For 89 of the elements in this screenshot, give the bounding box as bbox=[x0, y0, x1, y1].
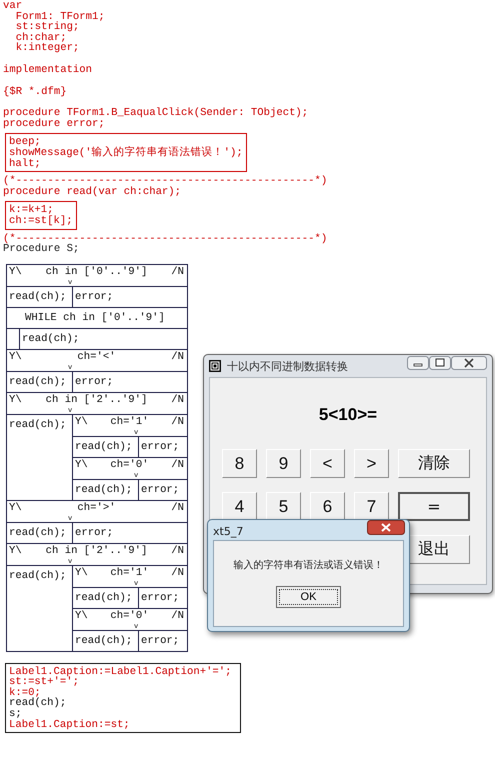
no-label: /N bbox=[171, 608, 184, 624]
code-line: Label1.Caption:=Label1.Caption+'='; bbox=[9, 666, 232, 678]
statement: error; bbox=[140, 482, 180, 498]
code-line: showMessage('输入的字符串有语法错误！'); bbox=[9, 148, 243, 159]
condition: ch='1' bbox=[110, 414, 149, 430]
yes-label: Y\ bbox=[75, 608, 88, 624]
close-icon[interactable] bbox=[367, 520, 405, 535]
yes-label: Y\ bbox=[9, 392, 22, 408]
no-label: /N bbox=[171, 392, 184, 408]
condition: ch='1' bbox=[110, 566, 149, 581]
statement: error; bbox=[140, 440, 180, 455]
message-text: 输入的字符串有语法或语义错误！ bbox=[234, 558, 384, 572]
statement: read(ch); bbox=[8, 374, 68, 390]
code-line: k:integer; bbox=[14, 43, 80, 54]
yes-label: Y\ bbox=[9, 350, 22, 365]
condition: ch in ['0'..'9'] bbox=[46, 264, 148, 280]
statement: error; bbox=[140, 634, 180, 649]
yes-label: Y\ bbox=[9, 544, 22, 559]
key-button[interactable]: 5 bbox=[266, 492, 301, 521]
statement: read(ch); bbox=[74, 482, 134, 498]
code-line: st:string; bbox=[14, 22, 80, 33]
code-line: {$R *.dfm} bbox=[3, 86, 67, 98]
dialog-title: xt5_7 bbox=[213, 525, 244, 538]
code-line: Form1: TForm1; bbox=[14, 12, 105, 22]
code-line: Procedure S; bbox=[3, 244, 80, 255]
no-label: /N bbox=[171, 458, 184, 473]
statement: read(ch); bbox=[8, 418, 68, 433]
yes-label: Y\ bbox=[75, 566, 88, 581]
loop-condition: WHILE ch in ['0'..'9'] bbox=[7, 308, 187, 329]
code-line: beep; bbox=[9, 137, 41, 148]
window-title: 十以内不同进制数据转换 bbox=[227, 358, 348, 374]
code-line: ch:=st[k]; bbox=[9, 216, 73, 226]
key-button[interactable]: 7 bbox=[354, 492, 389, 521]
close-icon[interactable] bbox=[451, 356, 487, 370]
key-button[interactable]: 8 bbox=[222, 449, 257, 478]
code-line: Label1.Caption:=st; bbox=[9, 720, 131, 730]
no-label: /N bbox=[171, 414, 184, 430]
code-line: procedure TForm1.B_EaqualClick(Sender: TObject); bbox=[3, 108, 308, 119]
statement: read(ch); bbox=[8, 568, 68, 584]
code-line: (*-----------------------------------------------*) bbox=[3, 176, 328, 187]
statement: error; bbox=[140, 590, 180, 606]
statement: read(ch); bbox=[8, 526, 68, 541]
condition: ch in ['2'..'9'] bbox=[46, 392, 148, 408]
code-line: st:=st+'='; bbox=[9, 677, 79, 688]
app-icon bbox=[209, 360, 221, 372]
statement: error; bbox=[74, 290, 114, 305]
no-label: /N bbox=[171, 264, 184, 280]
statement: read(ch); bbox=[74, 634, 134, 649]
condition: ch='<' bbox=[77, 350, 116, 365]
statement: read(ch); bbox=[21, 332, 80, 347]
code-line: implementation bbox=[3, 64, 92, 76]
condition: ch='0' bbox=[110, 458, 149, 473]
statement: error; bbox=[74, 374, 114, 390]
code-line: ch:char; bbox=[14, 32, 67, 44]
no-label: /N bbox=[171, 566, 184, 581]
key-button[interactable]: 9 bbox=[266, 449, 301, 478]
key-button[interactable]: > bbox=[354, 449, 389, 478]
code-line: procedure read(var ch:char); bbox=[3, 186, 182, 198]
code-line: read(ch); bbox=[9, 698, 68, 710]
yes-label: Y\ bbox=[75, 414, 88, 430]
code-line: halt; bbox=[9, 158, 42, 170]
code-line: var bbox=[3, 1, 24, 12]
code-line: k:=k+1; bbox=[9, 205, 54, 216]
no-label: /N bbox=[171, 544, 184, 559]
key-button[interactable]: < bbox=[310, 449, 345, 478]
key-button[interactable]: 4 bbox=[222, 492, 257, 521]
result-label: 5<10>= bbox=[318, 405, 378, 426]
code-line: k:=0; bbox=[9, 688, 41, 698]
statement: error; bbox=[74, 526, 114, 541]
yes-label: Y\ bbox=[75, 458, 88, 473]
action-button[interactable]: = bbox=[398, 492, 470, 521]
key-button[interactable]: 6 bbox=[310, 492, 345, 521]
code-line: (*-----------------------------------------------*) bbox=[3, 234, 328, 244]
no-label: /N bbox=[171, 350, 184, 365]
condition: ch in ['2'..'9'] bbox=[46, 544, 148, 559]
no-label: /N bbox=[171, 500, 184, 516]
statement: read(ch); bbox=[74, 440, 134, 455]
yes-label: Y\ bbox=[9, 500, 22, 516]
ok-button[interactable]: OK bbox=[276, 586, 341, 608]
condition: ch='>' bbox=[77, 500, 116, 516]
statement: read(ch); bbox=[74, 590, 134, 606]
code-line: s; bbox=[9, 709, 22, 720]
statement: read(ch); bbox=[8, 290, 68, 305]
maximize-icon[interactable] bbox=[429, 356, 451, 370]
minimize-icon[interactable] bbox=[407, 356, 429, 370]
code-line: procedure error; bbox=[3, 118, 106, 130]
yes-label: Y\ bbox=[9, 264, 22, 280]
condition: ch='0' bbox=[110, 608, 149, 624]
action-button[interactable]: 清除 bbox=[398, 449, 470, 478]
